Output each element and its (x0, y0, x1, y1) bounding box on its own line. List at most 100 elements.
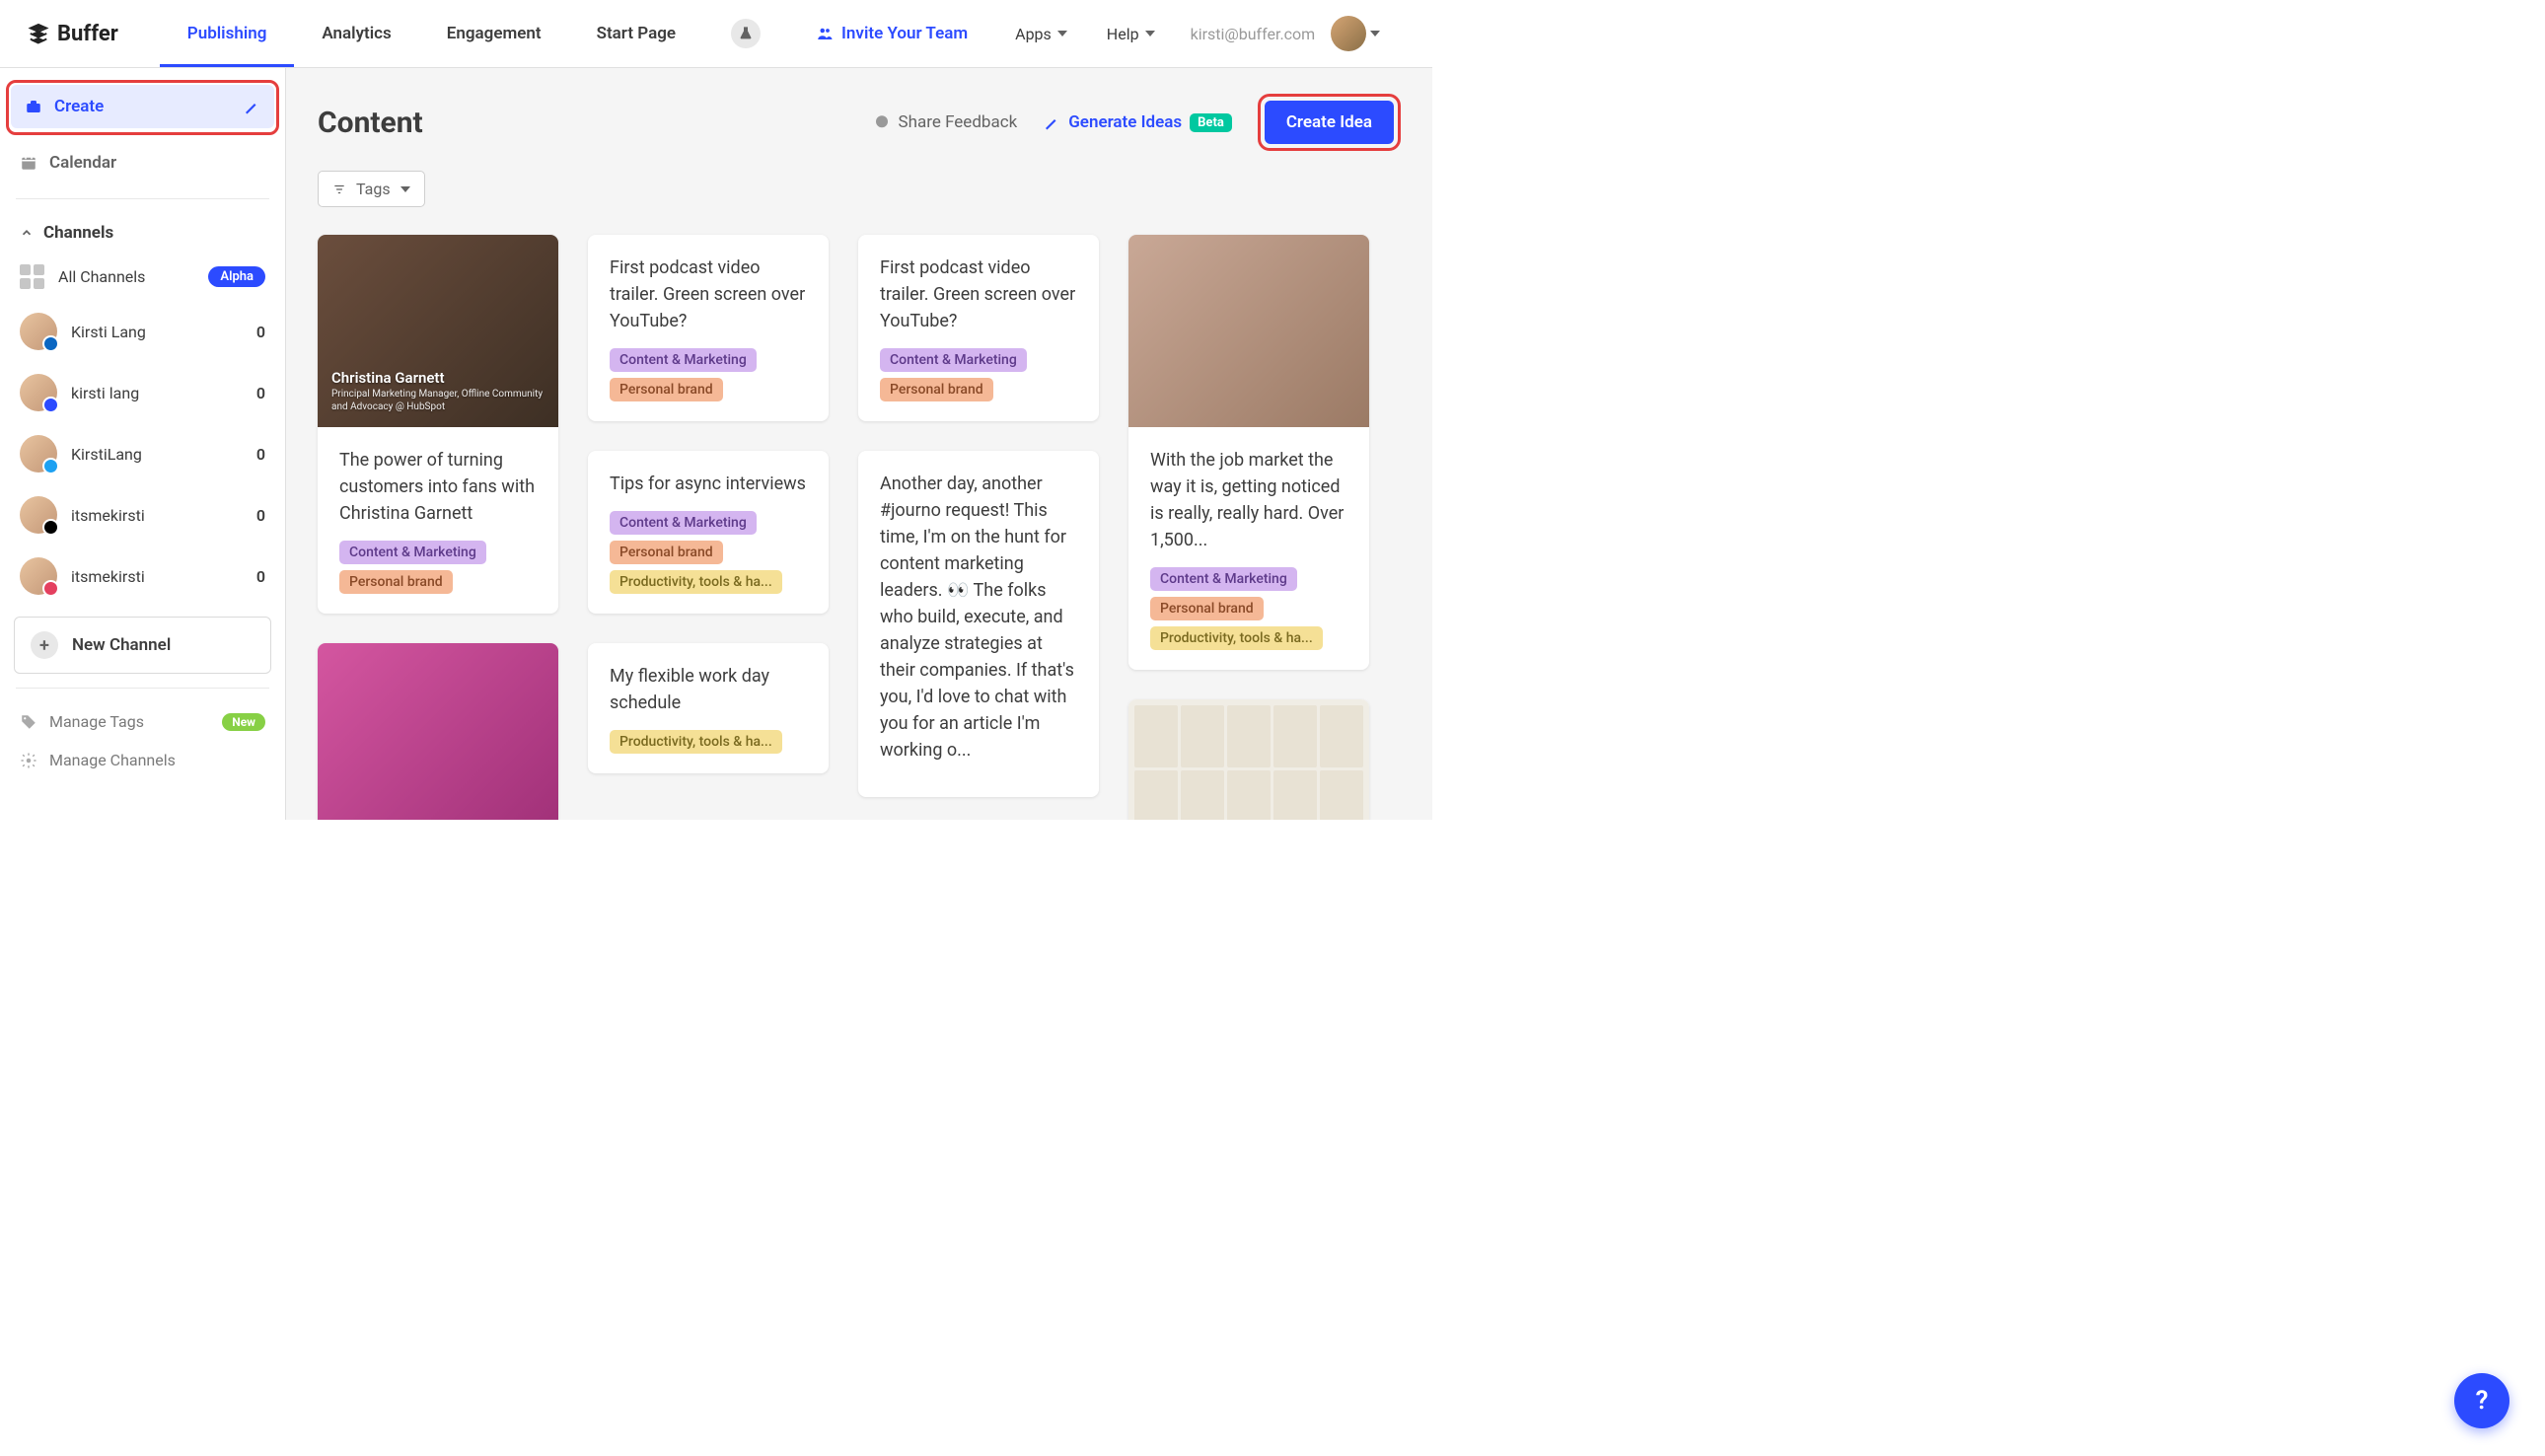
network-badge-icon (42, 580, 59, 597)
channel-name: KirstiLang (71, 445, 142, 464)
user-email: kirsti@buffer.com (1175, 25, 1332, 43)
tag[interactable]: Personal brand (610, 541, 723, 564)
top-nav: Buffer Publishing Analytics Engagement S… (0, 0, 1432, 68)
idea-card[interactable]: First podcast video trailer. Green scree… (588, 235, 829, 421)
idea-card[interactable]: With the job market the way it is, getti… (1128, 235, 1369, 670)
sidebar-channel[interactable]: Kirsti Lang 0 (6, 301, 279, 362)
card-image (318, 643, 558, 820)
tag[interactable]: Productivity, tools & ha... (1150, 626, 1323, 650)
sidebar-create[interactable]: Create (11, 85, 274, 128)
card-text: First podcast video trailer. Green scree… (880, 255, 1077, 334)
apps-dropdown[interactable]: Apps (995, 25, 1087, 43)
tag[interactable]: Personal brand (610, 378, 723, 401)
network-badge-icon (42, 335, 59, 352)
chevron-down-icon (1057, 31, 1067, 36)
channels-section-toggle[interactable]: Channels (6, 213, 279, 253)
channel-avatar (20, 374, 57, 411)
card-image (1128, 235, 1369, 427)
card-preview (1128, 699, 1369, 820)
chevron-up-icon (20, 226, 34, 240)
manage-tags[interactable]: Manage Tags New (6, 702, 279, 741)
buffer-logo[interactable]: Buffer (28, 22, 118, 46)
create-idea-button[interactable]: Create Idea (1265, 101, 1394, 144)
chevron-down-icon (1145, 31, 1155, 36)
sidebar-channel[interactable]: kirsti lang 0 (6, 362, 279, 423)
tag[interactable]: Content & Marketing (610, 348, 757, 372)
channel-name: kirsti lang (71, 384, 139, 402)
channel-avatar (20, 435, 57, 473)
wand-icon (243, 98, 260, 115)
tags-filter-dropdown[interactable]: Tags (318, 171, 425, 207)
tag[interactable]: Content & Marketing (339, 541, 486, 564)
network-badge-icon (42, 458, 59, 474)
chevron-down-icon (400, 186, 410, 192)
new-badge: New (222, 713, 265, 731)
idea-card[interactable]: Another day, another #journo request! Th… (858, 451, 1099, 797)
idea-card[interactable] (1128, 699, 1369, 820)
highlight-create: Create (6, 80, 279, 135)
tag[interactable]: Personal brand (339, 570, 453, 594)
card-text: With the job market the way it is, getti… (1150, 447, 1347, 553)
grid-icon (20, 264, 44, 289)
sidebar-channel[interactable]: itsmekirsti0 (6, 546, 279, 607)
idea-card[interactable]: Christina Garnett Principal Marketing Ma… (318, 235, 558, 614)
sidebar-channel[interactable]: KirstiLang 0 (6, 423, 279, 484)
chevron-down-icon (1370, 31, 1380, 36)
channel-name: Kirsti Lang (71, 323, 146, 341)
alpha-badge: Alpha (208, 266, 265, 287)
avatar (1331, 16, 1366, 51)
channel-avatar (20, 496, 57, 534)
channel-count: 0 (256, 445, 265, 464)
nav-start-page[interactable]: Start Page (569, 0, 703, 67)
filter-icon (332, 182, 346, 196)
invite-team-button[interactable]: Invite Your Team (788, 24, 995, 43)
sidebar-all-channels[interactable]: All Channels Alpha (6, 253, 279, 301)
user-menu[interactable] (1331, 16, 1380, 51)
tag[interactable]: Content & Marketing (880, 348, 1027, 372)
chat-icon (873, 113, 891, 131)
tag[interactable]: Productivity, tools & ha... (610, 730, 782, 754)
idea-card[interactable] (318, 643, 558, 820)
idea-card[interactable]: Tips for async interviews Content & Mark… (588, 451, 829, 614)
page-title: Content (318, 106, 423, 140)
beta-badge: Beta (1190, 113, 1232, 132)
tag[interactable]: Content & Marketing (610, 511, 757, 535)
card-text: First podcast video trailer. Green scree… (610, 255, 807, 334)
channel-avatar (20, 313, 57, 350)
channel-count: 0 (256, 323, 265, 341)
channel-name: itsmekirsti (71, 567, 145, 586)
card-text: Another day, another #journo request! Th… (880, 471, 1077, 764)
tag[interactable]: Personal brand (880, 378, 993, 401)
tag[interactable]: Content & Marketing (1150, 567, 1297, 591)
new-channel-button[interactable]: + New Channel (14, 617, 271, 674)
nav-analytics[interactable]: Analytics (294, 0, 418, 67)
plus-icon: + (31, 631, 58, 659)
sidebar: Create Calendar Channels All Channels Al… (0, 68, 286, 820)
content-area: Content Share Feedback Generate Ideas Be… (286, 68, 1432, 820)
idea-card[interactable]: My flexible work day schedule Productivi… (588, 643, 829, 773)
nav-engagement[interactable]: Engagement (419, 0, 569, 67)
channel-count: 0 (256, 506, 265, 525)
gear-icon (20, 752, 37, 769)
channel-avatar (20, 557, 57, 595)
idea-card[interactable]: First podcast video trailer. Green scree… (858, 235, 1099, 421)
channel-count: 0 (256, 384, 265, 402)
tag[interactable]: Personal brand (1150, 597, 1264, 620)
flask-icon[interactable] (731, 19, 761, 48)
network-badge-icon (42, 397, 59, 413)
card-text: The power of turning customers into fans… (339, 447, 537, 527)
manage-channels[interactable]: Manage Channels (6, 741, 279, 779)
share-feedback-button[interactable]: Share Feedback (873, 112, 1018, 132)
channel-name: itsmekirsti (71, 506, 145, 525)
card-image: Christina Garnett Principal Marketing Ma… (318, 235, 558, 427)
sidebar-channel[interactable]: itsmekirsti 0 (6, 484, 279, 546)
generate-ideas-button[interactable]: Generate Ideas Beta (1043, 112, 1232, 132)
tag-icon (20, 713, 37, 731)
tag[interactable]: Productivity, tools & ha... (610, 570, 782, 594)
sidebar-calendar[interactable]: Calendar (6, 141, 279, 184)
help-dropdown[interactable]: Help (1087, 25, 1175, 43)
wand-icon (1043, 113, 1060, 131)
help-fab[interactable]: ? (2454, 1373, 2509, 1428)
nav-publishing[interactable]: Publishing (160, 0, 295, 67)
card-text: Tips for async interviews (610, 471, 807, 497)
